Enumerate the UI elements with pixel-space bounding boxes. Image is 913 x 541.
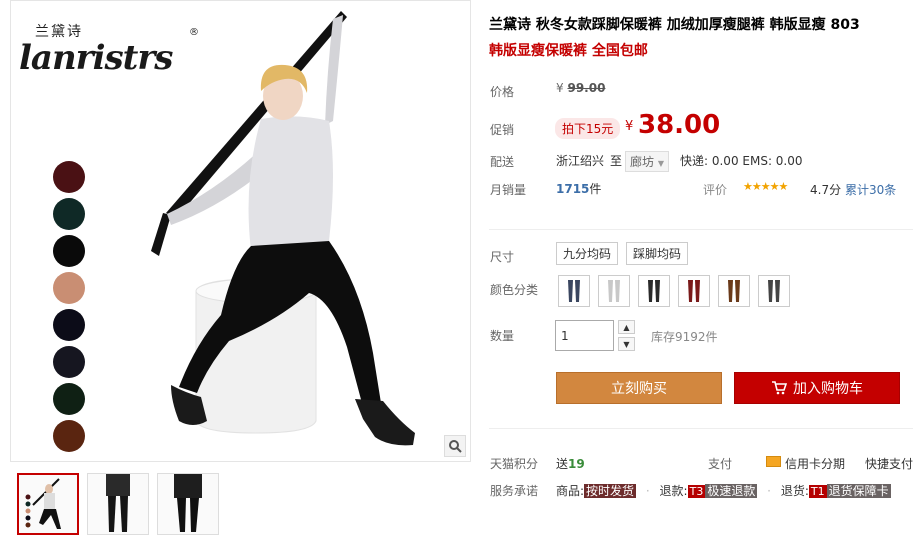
chevron-up-icon: ▲: [623, 322, 630, 332]
monthly-sales: 1715件: [556, 180, 601, 197]
monthly-sales-label: 月销量: [490, 183, 527, 197]
thumbnail-3[interactable]: [157, 473, 219, 535]
shipping-destination-select[interactable]: 廊坊 ▼: [625, 151, 669, 172]
color-swatch: [53, 309, 85, 341]
quantity-increment-button[interactable]: ▲: [618, 320, 635, 334]
size-label: 尺寸: [490, 250, 515, 264]
chevron-down-icon: ▼: [657, 159, 664, 168]
size-option-1[interactable]: 九分均码: [556, 242, 619, 265]
service-label: 服务承诺: [490, 484, 539, 498]
service-promises: 商品: 按时发货 · 退款: T3 极速退款 · 退货: T1 退货保障卡: [556, 484, 891, 498]
points-value: 19: [568, 457, 585, 471]
points-label: 天猫积分: [490, 457, 539, 471]
buy-now-button[interactable]: 立刻购买: [556, 372, 722, 404]
thumbnail-image: [106, 474, 130, 532]
color-option-2[interactable]: [598, 275, 630, 307]
original-price-symbol: ¥: [556, 81, 564, 95]
points-prefix: 送: [556, 457, 569, 471]
rating-score: 4.7分: [810, 183, 842, 197]
review-count-link[interactable]: 累计30条: [845, 181, 896, 198]
main-image-gallery[interactable]: 兰黛诗 lanristrs ®: [10, 0, 471, 462]
pay-label: 支付: [708, 457, 733, 471]
divider: [489, 428, 913, 429]
thumbnail-1[interactable]: [17, 473, 79, 535]
thumbnail-strip: [17, 473, 219, 535]
promo-label: 促销: [490, 123, 515, 137]
service-return-tag[interactable]: 退货保障卡: [826, 484, 891, 498]
color-swatch: [53, 272, 85, 304]
refund-badge: T3: [687, 485, 706, 498]
tmall-points: 送19: [556, 455, 585, 472]
color-swatch: [53, 420, 85, 452]
ship-to-word: 至: [610, 154, 623, 168]
cart-icon: [772, 381, 787, 395]
monthly-sales-count: 1715: [556, 182, 590, 196]
quantity-input[interactable]: [555, 320, 614, 351]
quantity-decrement-button[interactable]: ▼: [618, 337, 635, 351]
review-label: 评价: [703, 183, 728, 197]
price-label: 价格: [490, 85, 515, 99]
color-option-1[interactable]: [558, 275, 590, 307]
zoom-button[interactable]: [444, 435, 466, 457]
color-swatch: [53, 235, 85, 267]
service-refund-label: 退款:: [659, 484, 688, 498]
color-swatch: [53, 161, 85, 193]
product-model-image: [151, 11, 415, 446]
service-goods-tag[interactable]: 按时发货: [584, 484, 637, 498]
current-price-symbol: ¥: [625, 119, 634, 134]
divider: [489, 229, 913, 230]
magnifier-icon: [449, 440, 462, 453]
monthly-sales-unit: 件: [589, 182, 602, 196]
add-to-cart-button[interactable]: 加入购物车: [734, 372, 900, 404]
add-to-cart-label: 加入购物车: [793, 381, 863, 397]
product-subtitle: 韩版显瘦保暖裤 全国包邮: [489, 43, 648, 59]
thumbnail-image: [25, 478, 61, 529]
service-refund-tag[interactable]: 极速退款: [705, 484, 758, 498]
credit-card-installment-link[interactable]: 信用卡分期: [785, 455, 845, 472]
buy-now-label: 立刻购买: [611, 381, 667, 397]
product-title: 兰黛诗 秋冬女款踩脚保暖裤 加绒加厚瘦腿裤 韩版显瘦 803: [489, 17, 860, 33]
ship-from: 浙江绍兴: [556, 154, 605, 168]
quantity-label: 数量: [490, 329, 515, 343]
current-price: 38.00: [638, 110, 721, 140]
chevron-down-icon: ▼: [623, 339, 630, 349]
color-swatch: [53, 346, 85, 378]
color-label: 颜色分类: [490, 283, 539, 297]
shipping-label: 配送: [490, 155, 515, 169]
promo-tag: 拍下15元: [555, 118, 621, 139]
service-return-label: 退货:: [780, 484, 809, 498]
quick-pay-link[interactable]: 快捷支付: [865, 455, 913, 472]
original-price-value: 99.00: [567, 81, 606, 95]
thumbnail-2[interactable]: [87, 473, 149, 535]
credit-card-icon: [766, 456, 781, 467]
color-option-6[interactable]: [758, 275, 790, 307]
color-option-5[interactable]: [718, 275, 750, 307]
service-goods-label: 商品:: [556, 484, 585, 498]
color-option-4[interactable]: [678, 275, 710, 307]
color-swatch: [53, 383, 85, 415]
size-option-2[interactable]: 踩脚均码: [626, 242, 689, 265]
thumbnail-image: [174, 474, 202, 532]
stock-count: 库存9192件: [651, 330, 718, 344]
rating-stars-icon: ★★★★★: [743, 180, 788, 193]
color-swatch: [53, 198, 85, 230]
shipping-destination-value: 廊坊: [630, 155, 655, 169]
return-badge: T1: [808, 485, 827, 498]
shipping-fees: 快递: 0.00 EMS: 0.00: [680, 154, 803, 168]
color-option-3[interactable]: [638, 275, 670, 307]
original-price: ¥ 99.00: [556, 81, 605, 95]
